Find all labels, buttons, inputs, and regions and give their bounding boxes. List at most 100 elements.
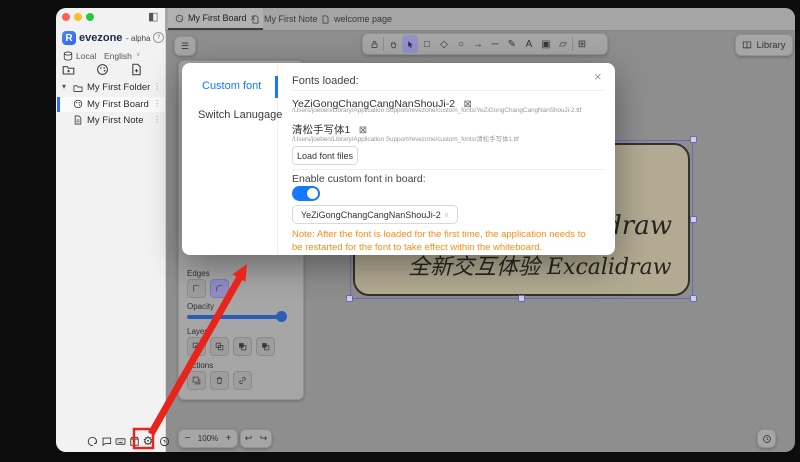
draw-tool-button[interactable]: ✎ (504, 35, 520, 53)
edges-label: Edges (187, 269, 210, 278)
package-icon[interactable] (128, 435, 140, 447)
font-path: /Users/joeben/Library/Application Suppor… (292, 133, 607, 143)
app-window: ◧ R evezone - alpha ? Local English ∨ ▾ … (56, 8, 795, 452)
arrow-tool-button[interactable]: → (470, 35, 486, 53)
zoom-in-button[interactable]: + (220, 433, 237, 444)
toggle-knob (307, 188, 318, 199)
add-board-button[interactable] (96, 63, 109, 76)
opacity-label: Opacity (187, 302, 214, 311)
text-tool-button[interactable]: A (521, 35, 537, 53)
active-tab-indicator (275, 76, 278, 98)
font-select-value: YeZiGongChangCangNanShouJi-2 (301, 210, 441, 220)
drawing-toolbar: □ ◇ ○ → ─ ✎ A ▣ ▱ ⊞ (362, 33, 608, 55)
help-icon[interactable] (158, 435, 170, 447)
send-backward-button[interactable] (210, 337, 229, 356)
keyboard-shortcuts-icon[interactable] (114, 435, 126, 447)
tab-label: My First Board (188, 13, 247, 23)
dialog-close-icon[interactable]: × (594, 69, 602, 84)
selection-handle[interactable] (346, 295, 353, 302)
ellipse-tool-button[interactable]: ○ (453, 35, 469, 53)
enable-toggle[interactable] (292, 186, 320, 201)
history-control: ↩ ↪ (240, 429, 272, 448)
selection-handle[interactable] (518, 295, 525, 302)
folder-icon (73, 83, 83, 93)
rectangle-tool-button[interactable]: □ (419, 35, 435, 53)
lock-tool-button[interactable] (366, 35, 382, 53)
sidebar-item-note[interactable]: My First Note ⋮ (56, 113, 165, 128)
sidebar-item-folder[interactable]: ▾ My First Folder ⋮ (56, 80, 165, 95)
note-file-icon (251, 15, 260, 24)
more-icon[interactable]: ⋮ (153, 99, 161, 108)
collapse-sidebar-icon[interactable]: ◧ (148, 10, 158, 23)
zoom-out-button[interactable]: − (179, 433, 196, 444)
zoom-level[interactable]: 100% (196, 434, 220, 443)
restart-note: Note: After the font is loaded for the f… (292, 229, 594, 255)
app-version: - alpha (126, 34, 150, 43)
language-select[interactable]: English (104, 51, 132, 61)
zoom-control: − 100% + (178, 429, 238, 448)
active-indicator (57, 97, 60, 112)
fonts-loaded-label: Fonts loaded: (292, 75, 359, 87)
font-path: /Users/joeben/Library/Application Suppor… (292, 107, 607, 114)
menu-button[interactable]: ☰ (174, 36, 196, 56)
more-icon[interactable]: ⋮ (153, 82, 161, 91)
chevron-expand-icon[interactable]: ▾ (62, 82, 66, 91)
line-tool-button[interactable]: ─ (487, 35, 503, 53)
tab-welcome-page[interactable]: welcome page (314, 8, 399, 30)
edges-sharp-button[interactable] (187, 279, 206, 298)
layers-label: Layers (187, 327, 211, 336)
sidebar-item-board[interactable]: My First Board ⋮ (56, 97, 165, 112)
delete-button[interactable] (210, 371, 229, 390)
more-icon[interactable]: ⋮ (153, 115, 161, 124)
scroll-back-button[interactable] (757, 429, 776, 448)
bring-forward-button[interactable] (233, 337, 252, 356)
eraser-tool-button[interactable]: ▱ (555, 35, 571, 53)
tab-my-first-note[interactable]: My First Note (244, 8, 325, 30)
library-button[interactable]: Library (735, 34, 793, 56)
hand-tool-button[interactable] (385, 35, 401, 53)
info-icon[interactable]: ? (153, 32, 164, 43)
opacity-slider-knob[interactable] (276, 311, 287, 322)
github-icon[interactable] (86, 435, 98, 447)
selection-handle[interactable] (690, 295, 697, 302)
custom-font-dialog: Custom font Switch Lanugage × Fonts load… (182, 63, 615, 255)
storage-mode-label[interactable]: Local (76, 51, 96, 61)
link-button[interactable] (233, 371, 252, 390)
tab-switch-language[interactable]: Switch Lanugage (198, 109, 282, 121)
tree-item-label: My First Board (87, 99, 149, 110)
traffic-zoom-button[interactable] (86, 13, 94, 21)
language-chevron-icon: ∨ (136, 51, 140, 58)
revezone-logo: R (62, 31, 76, 45)
diamond-tool-button[interactable]: ◇ (436, 35, 452, 53)
traffic-minimize-button[interactable] (74, 13, 82, 21)
frame-tool-button[interactable]: ⊞ (574, 35, 590, 53)
font-select[interactable]: YeZiGongChangCangNanShouJi-2 ∨ (292, 205, 458, 224)
add-folder-button[interactable] (62, 63, 75, 76)
add-note-button[interactable] (130, 63, 143, 76)
send-to-back-button[interactable] (187, 337, 206, 356)
selection-handle[interactable] (690, 216, 697, 223)
tab-label: welcome page (334, 14, 392, 24)
load-font-files-button[interactable]: Load font files (292, 146, 358, 165)
redo-button[interactable]: ↪ (260, 433, 268, 444)
traffic-close-button[interactable] (62, 13, 70, 21)
image-tool-button[interactable]: ▣ (538, 35, 554, 53)
bring-to-front-button[interactable] (256, 337, 275, 356)
toolbar-divider (572, 37, 573, 51)
feedback-bubble-icon[interactable] (100, 435, 112, 447)
enable-custom-font-label: Enable custom font in board: (292, 173, 426, 185)
toolbar-divider (383, 37, 384, 51)
tab-custom-font[interactable]: Custom font (202, 80, 261, 92)
actions-label: Actions (187, 361, 213, 370)
note-file-icon (73, 115, 83, 125)
board-palette-icon (175, 14, 184, 23)
settings-gear-button[interactable]: ⚙ (142, 435, 154, 447)
selection-handle[interactable] (690, 136, 697, 143)
sidebar: ◧ R evezone - alpha ? Local English ∨ ▾ … (56, 8, 166, 452)
duplicate-button[interactable] (187, 371, 206, 390)
edges-round-button[interactable] (210, 279, 229, 298)
undo-button[interactable]: ↩ (245, 433, 253, 444)
clock-icon (762, 434, 772, 444)
selection-tool-button[interactable] (402, 35, 418, 53)
opacity-slider-track[interactable] (187, 315, 283, 319)
